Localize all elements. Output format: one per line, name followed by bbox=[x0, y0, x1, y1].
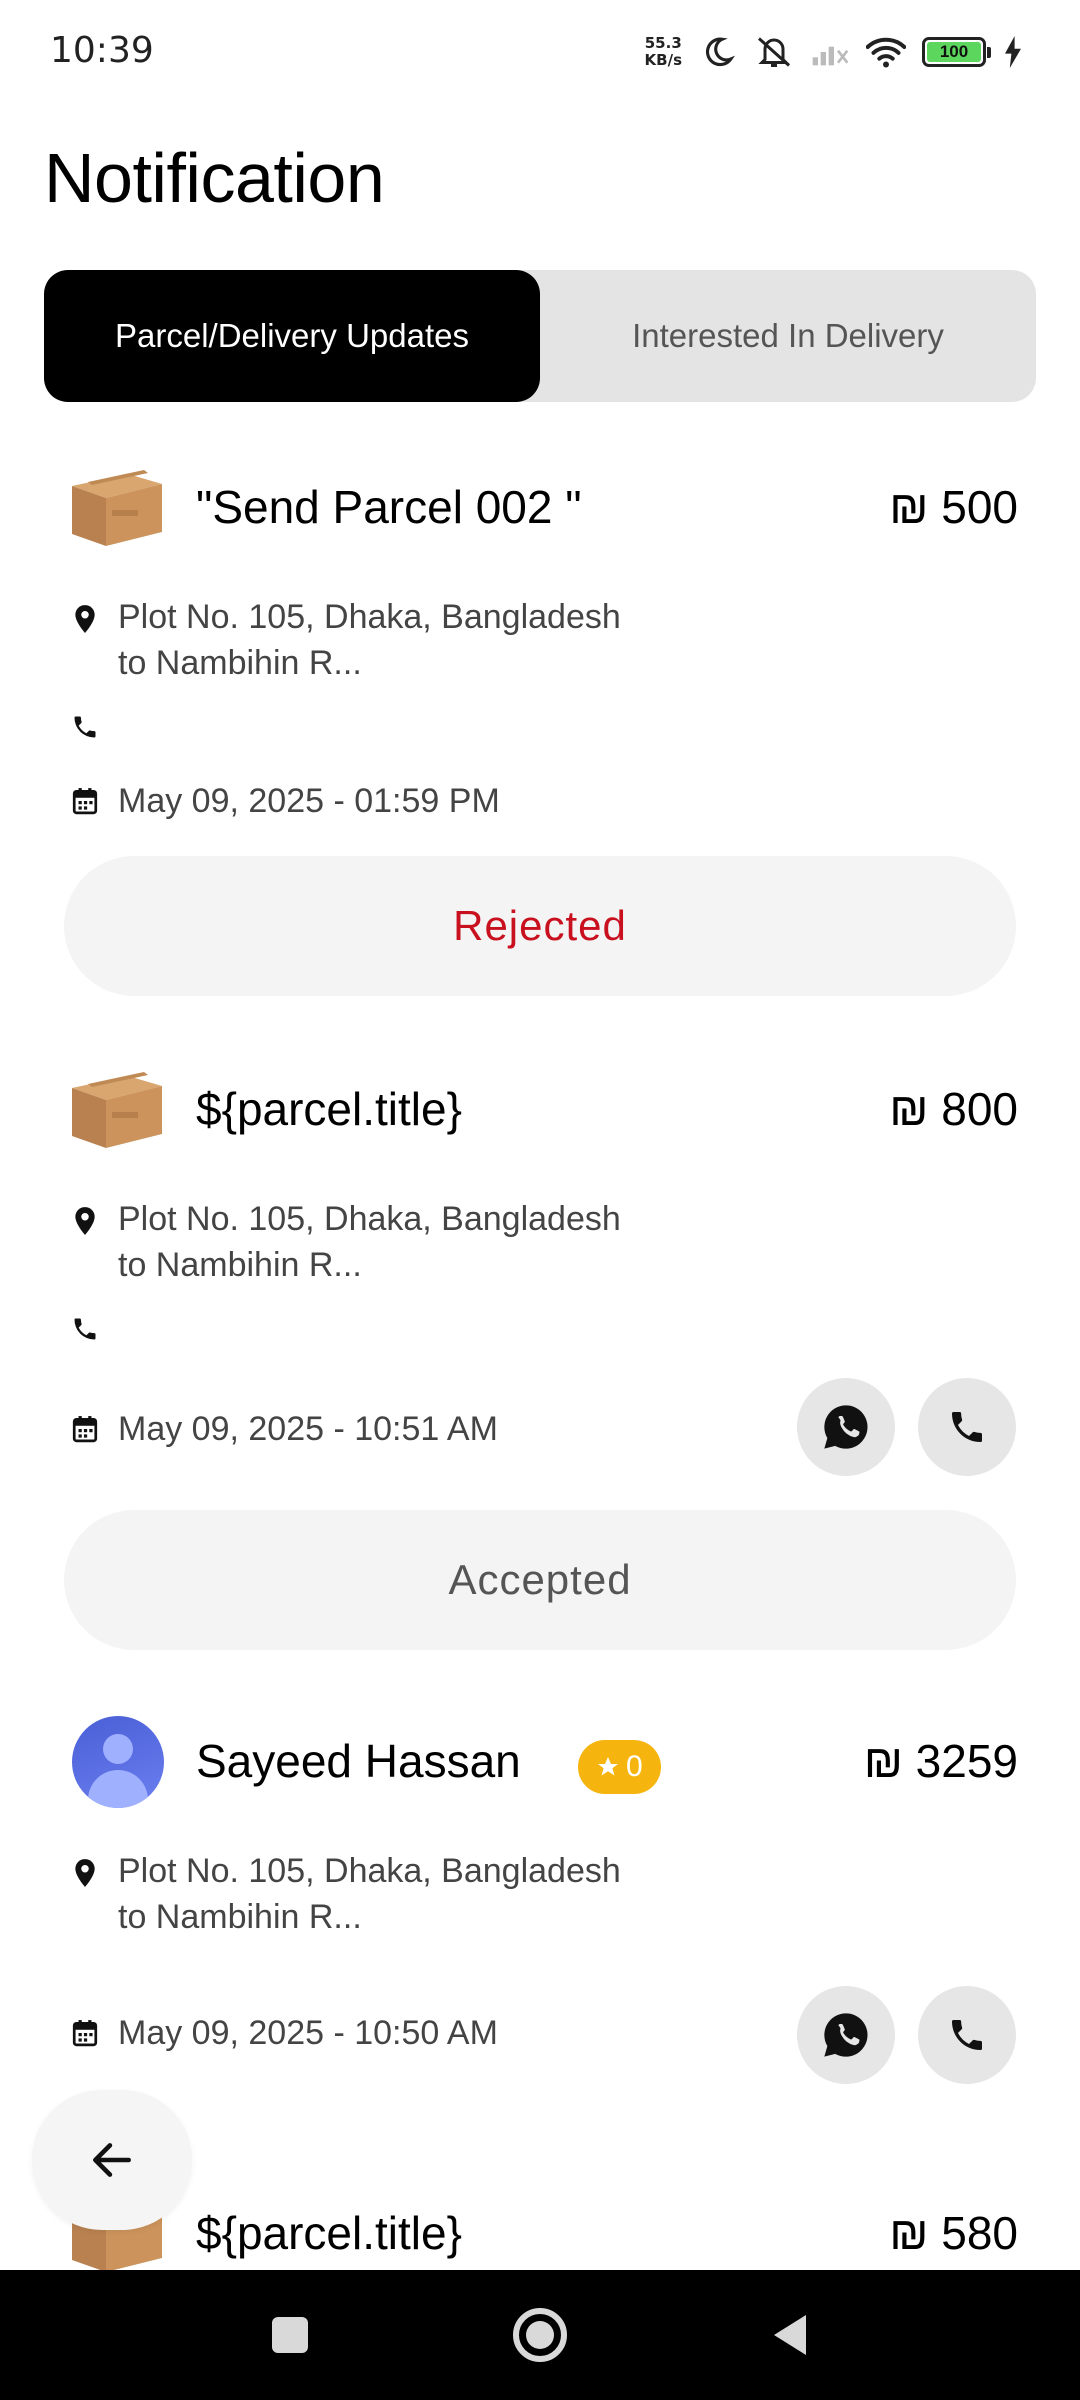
signal-icon bbox=[810, 32, 850, 72]
calendar-icon bbox=[68, 1412, 102, 1446]
charging-icon bbox=[1002, 32, 1024, 72]
date-text: May 09, 2025 - 01:59 PM bbox=[118, 782, 500, 820]
avatar bbox=[72, 1716, 164, 1808]
net-speed-unit: KB/s bbox=[644, 51, 682, 69]
date-text: May 09, 2025 - 10:50 AM bbox=[118, 2014, 498, 2052]
address-row: Plot No. 105, Dhaka, Bangladesh to Nambi… bbox=[68, 1196, 638, 1288]
calendar-icon bbox=[68, 2016, 102, 2050]
rating-value: 0 bbox=[626, 1750, 643, 1783]
square-icon bbox=[272, 2317, 308, 2353]
address-text: Plot No. 105, Dhaka, Bangladesh to Nambi… bbox=[118, 1852, 621, 1936]
tab-bar: Parcel/Delivery Updates Interested In De… bbox=[44, 270, 1036, 402]
address-row: Plot No. 105, Dhaka, Bangladesh to Nambi… bbox=[68, 1848, 638, 1940]
home-button[interactable] bbox=[510, 2305, 570, 2365]
system-back-button[interactable] bbox=[760, 2305, 820, 2365]
card-price: ₪ 800 bbox=[889, 1083, 1018, 1135]
address-text: Plot No. 105, Dhaka, Bangladesh to Nambi… bbox=[118, 598, 621, 682]
status-time: 10:39 bbox=[50, 30, 154, 71]
phone-icon bbox=[952, 2020, 982, 2050]
home-circle-icon bbox=[513, 2308, 567, 2362]
card-price: ₪ 500 bbox=[889, 481, 1018, 533]
date-text: May 09, 2025 - 10:51 AM bbox=[118, 1410, 498, 1448]
phone-icon bbox=[68, 710, 102, 744]
address-row: Plot No. 105, Dhaka, Bangladesh to Nambi… bbox=[68, 594, 638, 686]
address-text: Plot No. 105, Dhaka, Bangladesh to Nambi… bbox=[118, 1200, 621, 1284]
tab-parcel-delivery-updates[interactable]: Parcel/Delivery Updates bbox=[44, 270, 540, 402]
rating-badge: 0 bbox=[578, 1740, 661, 1794]
status-pill-rejected: Rejected bbox=[64, 856, 1016, 996]
phone-row bbox=[68, 1312, 118, 1346]
phone-icon bbox=[68, 1312, 102, 1346]
phone-icon bbox=[952, 1412, 982, 1442]
system-nav-bar bbox=[0, 2270, 1080, 2400]
location-pin-icon bbox=[68, 1856, 102, 1890]
whatsapp-button[interactable] bbox=[797, 1986, 895, 2084]
card-price: ₪ 580 bbox=[889, 2207, 1018, 2259]
star-icon bbox=[598, 1757, 618, 1776]
call-button[interactable] bbox=[918, 1986, 1016, 2084]
call-button[interactable] bbox=[918, 1378, 1016, 1476]
location-pin-icon bbox=[68, 1204, 102, 1238]
mute-icon bbox=[754, 32, 794, 72]
whatsapp-button[interactable] bbox=[797, 1378, 895, 1476]
recents-button[interactable] bbox=[260, 2305, 320, 2365]
status-pill-accepted: Accepted bbox=[64, 1510, 1016, 1650]
back-button[interactable] bbox=[32, 2090, 192, 2230]
phone-row bbox=[68, 710, 118, 744]
status-icons: 55.3 KB/s 100 bbox=[645, 30, 1024, 74]
net-speed: 55.3 KB/s bbox=[645, 35, 682, 69]
card-title: "Send Parcel 002 " bbox=[196, 481, 582, 533]
net-speed-value: 55.3 bbox=[644, 34, 682, 52]
parcel-box-icon bbox=[72, 1072, 162, 1148]
battery-icon: 100 bbox=[922, 37, 991, 67]
whatsapp-icon bbox=[824, 1405, 868, 1449]
card-title: ${parcel.title} bbox=[196, 2207, 462, 2259]
date-row: May 09, 2025 - 10:51 AM bbox=[68, 1406, 638, 1452]
card-price: ₪ 3259 bbox=[863, 1735, 1018, 1787]
moon-icon bbox=[698, 32, 738, 72]
battery-level: 100 bbox=[927, 42, 981, 62]
calendar-icon bbox=[68, 784, 102, 818]
page-title: Notification bbox=[44, 139, 385, 217]
triangle-back-icon bbox=[774, 2315, 806, 2355]
date-row: May 09, 2025 - 01:59 PM bbox=[68, 778, 638, 824]
card-title: ${parcel.title} bbox=[196, 1083, 462, 1135]
tab-interested-in-delivery[interactable]: Interested In Delivery bbox=[540, 270, 1036, 402]
parcel-box-icon bbox=[72, 470, 162, 546]
card-title: Sayeed Hassan bbox=[196, 1735, 521, 1787]
location-pin-icon bbox=[68, 602, 102, 636]
whatsapp-icon bbox=[824, 2013, 868, 2057]
wifi-icon bbox=[866, 32, 906, 72]
date-row: May 09, 2025 - 10:50 AM bbox=[68, 2010, 638, 2056]
arrow-left-icon bbox=[93, 2143, 131, 2177]
status-bar: 10:39 55.3 KB/s 100 bbox=[0, 0, 1080, 100]
